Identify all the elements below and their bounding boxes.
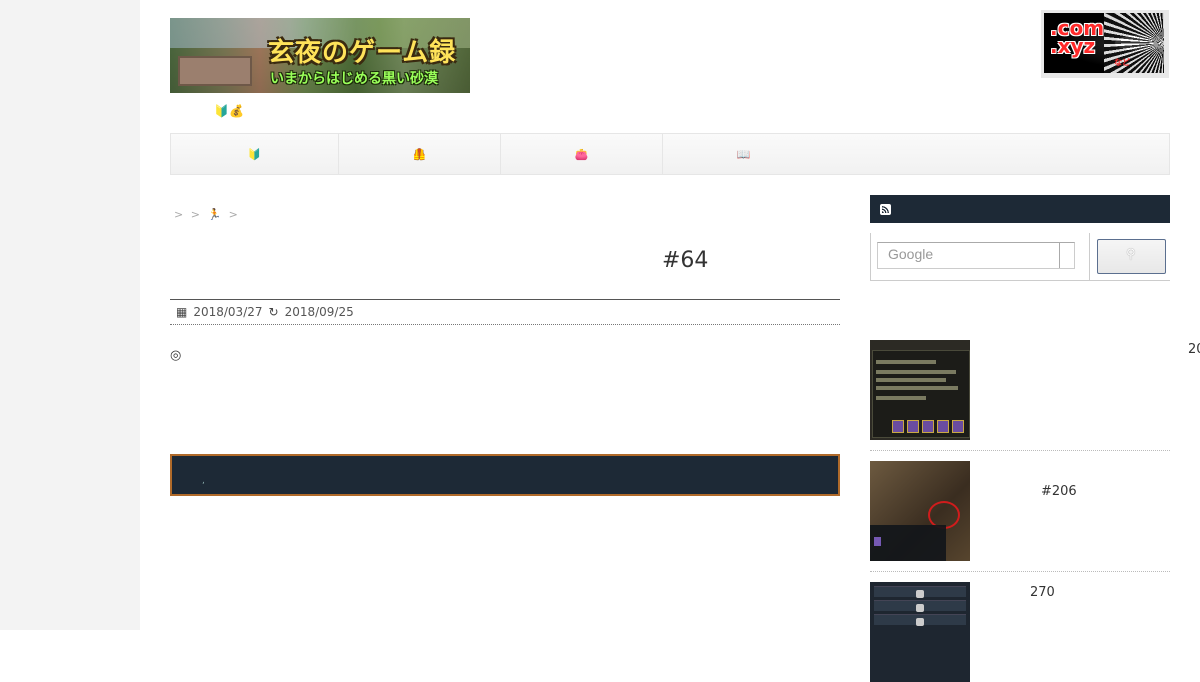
input-divider (1059, 243, 1060, 268)
domain-ad-badge[interactable]: .com .xyz など (1041, 10, 1169, 78)
post-thumbnail[interactable] (870, 340, 970, 440)
search-button[interactable]: ⚲ (1097, 239, 1166, 274)
site-subtitle: いまからはじめる黒い砂漠 (270, 71, 438, 87)
purse-icon: 👛 (574, 147, 589, 161)
post-thumbnail[interactable] (870, 582, 970, 682)
divider (870, 571, 1170, 572)
main-nav: 🔰 🦺 👛 📖 (170, 133, 1170, 175)
nav-item-money[interactable]: 👛 (501, 134, 663, 174)
breadcrumb-sep: > (174, 208, 184, 221)
info-box: , (170, 454, 840, 496)
thumb-item (874, 537, 881, 546)
published-date: 2018/03/27 (193, 305, 263, 319)
sidebar-post-title[interactable]: #206 (1041, 484, 1077, 499)
armor-icon: 🦺 (412, 147, 427, 161)
thumb-dot (916, 604, 924, 612)
book-icon: 📖 (736, 147, 751, 161)
divider (870, 450, 1170, 451)
sidebar-post[interactable]: 20 (870, 340, 1200, 440)
breadcrumb: > > 🏃 > (174, 208, 242, 221)
nav-item-beginner[interactable]: 🔰 (171, 134, 339, 174)
search-input[interactable]: Google (877, 242, 1075, 269)
thumb-row (876, 360, 936, 364)
sidebar-post[interactable]: 270 (870, 582, 1170, 682)
refresh-icon: ↻ (268, 305, 279, 319)
sidebar-post[interactable]: #206 (870, 461, 1170, 561)
info-box-text: , (202, 476, 205, 486)
thumb-row (876, 386, 958, 390)
thumb-dot (916, 618, 924, 626)
thumb-row (876, 378, 946, 382)
post-body-mark: ◎ (170, 348, 182, 363)
thumb-infobox (870, 525, 946, 561)
beginner-icon: 🔰 (247, 147, 262, 161)
breadcrumb-sep: > (190, 208, 200, 221)
updated-date: 2018/09/25 (284, 305, 354, 319)
nav-item-guide[interactable]: 📖 (663, 134, 824, 174)
search-divider (1089, 233, 1090, 280)
thumb-slots (892, 420, 964, 433)
page-title: #64 (662, 248, 709, 273)
burst-icon (1104, 13, 1164, 73)
site-banner[interactable]: 玄夜のゲーム録 いまからはじめる黒い砂漠 (170, 18, 470, 93)
thumb-row (876, 396, 926, 400)
site-tagline-icons: 🔰💰 (214, 104, 244, 118)
search-icon: ⚲ (1126, 247, 1136, 262)
breadcrumb-sep: > (228, 208, 238, 221)
post-meta: ▦ 2018/03/27 ↻ 2018/09/25 (170, 299, 840, 325)
rss-bar[interactable] (870, 195, 1170, 223)
rss-icon (880, 204, 891, 215)
nav-item-equipment[interactable]: 🦺 (339, 134, 501, 174)
banner-ruin (178, 56, 252, 86)
badge-image: .com .xyz など (1044, 13, 1164, 73)
thumb-row (876, 370, 956, 374)
badge-text: .com .xyz (1050, 16, 1105, 58)
site-title: 玄夜のゲーム録 (268, 38, 457, 68)
sidebar-post-title[interactable]: 20 (1188, 342, 1200, 357)
badge-small-text: など (1114, 58, 1130, 67)
search-widget: Google ⚲ (870, 233, 1170, 281)
thumb-dot (916, 590, 924, 598)
calendar-icon: ▦ (176, 305, 188, 319)
sidebar-post-title[interactable]: 270 (1030, 585, 1055, 600)
left-gutter (0, 0, 140, 630)
search-placeholder: Google (888, 246, 934, 262)
runner-icon[interactable]: 🏃 (207, 208, 221, 221)
post-thumbnail[interactable] (870, 461, 970, 561)
